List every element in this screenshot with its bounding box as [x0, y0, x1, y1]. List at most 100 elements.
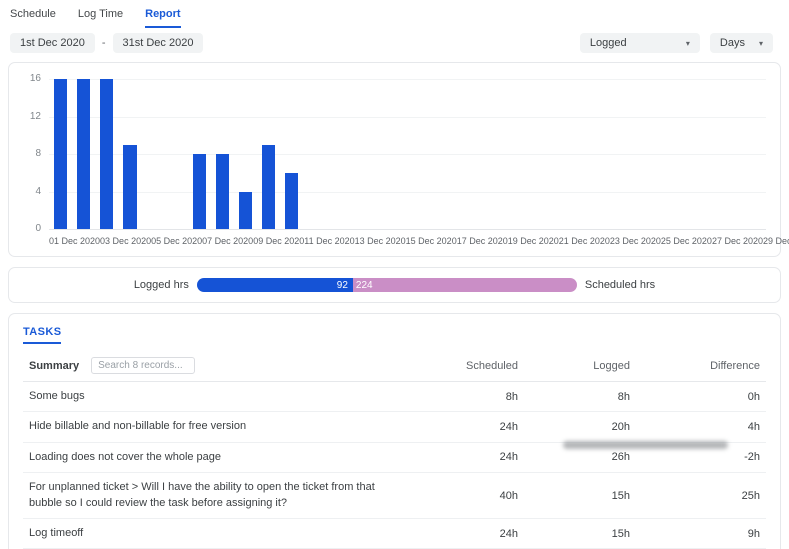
- metric-select[interactable]: Logged ▾: [580, 33, 700, 53]
- date-range-picker: 1st Dec 2020 - 31st Dec 2020: [10, 33, 203, 53]
- task-logged-cell: 15h: [518, 528, 630, 540]
- bar-slot: [373, 79, 396, 229]
- task-logged-cell: 26h: [518, 451, 630, 463]
- bar-slot: [350, 79, 373, 229]
- gridline: [49, 229, 766, 230]
- task-summary-cell: For unplanned ticket > Will I have the a…: [29, 480, 406, 511]
- chevron-down-icon: ▾: [686, 39, 690, 48]
- bar[interactable]: [123, 145, 136, 229]
- metric-select-value: Logged: [590, 37, 627, 49]
- tasks-section: TASKS Summary Scheduled Logged Differenc…: [8, 313, 781, 549]
- x-tick-label: 15 Dec 2020: [406, 236, 457, 246]
- tasks-table-body: Some bugs8h8h0h Hide billable and non-bil…: [23, 382, 766, 549]
- granularity-select[interactable]: Days ▾: [710, 33, 773, 53]
- bar-slot: [396, 79, 419, 229]
- x-tick-label: 13 Dec 2020: [355, 236, 406, 246]
- end-date-chip[interactable]: 31st Dec 2020: [113, 33, 204, 53]
- task-difference-cell: 0h: [630, 391, 760, 403]
- bar-slot: [327, 79, 350, 229]
- logged-value: 92: [337, 280, 348, 291]
- bar-slot: [72, 79, 95, 229]
- chart-plot-area: [49, 79, 766, 229]
- scheduled-column-header[interactable]: Scheduled: [406, 360, 518, 372]
- bar[interactable]: [100, 79, 113, 229]
- bar-slot: [95, 79, 118, 229]
- bar-slot: [604, 79, 627, 229]
- bar-slot: [743, 79, 766, 229]
- task-difference-cell: 9h: [630, 528, 760, 540]
- bar-slot: [442, 79, 465, 229]
- x-tick-label: 09 Dec 2020: [253, 236, 304, 246]
- x-tick-label: 19 Dec 2020: [508, 236, 559, 246]
- bar-slot: [234, 79, 257, 229]
- y-tick-label: 4: [35, 185, 41, 196]
- task-logged-cell: 15h: [518, 490, 630, 502]
- y-tick-label: 12: [30, 110, 41, 121]
- horizontal-scrollbar-thumb[interactable]: [563, 441, 728, 449]
- bar-slot: [211, 79, 234, 229]
- bar[interactable]: [216, 154, 229, 229]
- scheduled-value: 224: [356, 280, 373, 291]
- start-date-chip[interactable]: 1st Dec 2020: [10, 33, 95, 53]
- chevron-down-icon: ▾: [759, 39, 763, 48]
- task-logged-cell: 20h: [518, 421, 630, 433]
- task-scheduled-cell: 24h: [406, 451, 518, 463]
- y-tick-label: 8: [35, 148, 41, 159]
- x-tick-label: 01 Dec 2020: [49, 236, 100, 246]
- bar-slot: [535, 79, 558, 229]
- bar-slot: [188, 79, 211, 229]
- toolbar: 1st Dec 2020 - 31st Dec 2020 Logged ▾ Da…: [0, 28, 789, 62]
- table-row[interactable]: Hide billable and non-billable for free …: [23, 412, 766, 442]
- bar-slot: [512, 79, 535, 229]
- filter-selects: Logged ▾ Days ▾: [580, 33, 773, 53]
- table-row[interactable]: Some bugs8h8h0h: [23, 382, 766, 412]
- scheduled-hrs-label: Scheduled hrs: [585, 279, 655, 291]
- task-summary-cell: Hide billable and non-billable for free …: [29, 419, 406, 434]
- logged-hrs-label: Logged hrs: [134, 279, 189, 291]
- task-difference-cell: 4h: [630, 421, 760, 433]
- y-tick-label: 16: [30, 73, 41, 84]
- logged-hours-bar-chart: 16 12 8 4 0 01 Dec 202003 Dec 202005 Dec 202…: [8, 62, 781, 257]
- bar-slot: [118, 79, 141, 229]
- task-summary-cell: Loading does not cover the whole page: [29, 450, 406, 465]
- task-difference-cell: 25h: [630, 490, 760, 502]
- bar[interactable]: [285, 173, 298, 229]
- bar[interactable]: [77, 79, 90, 229]
- x-tick-label: 11 Dec 2020: [304, 236, 354, 246]
- bar-slot: [720, 79, 743, 229]
- y-tick-label: 0: [35, 223, 41, 234]
- logged-segment: 92: [197, 278, 353, 292]
- table-row[interactable]: For unplanned ticket > Will I have the a…: [23, 473, 766, 519]
- bar-slot: [165, 79, 188, 229]
- logged-column-header[interactable]: Logged: [518, 360, 630, 372]
- tab-log-time[interactable]: Log Time: [78, 8, 123, 28]
- summary-header-cell: Summary: [29, 357, 406, 374]
- difference-column-header[interactable]: Difference: [630, 360, 760, 372]
- search-input[interactable]: [91, 357, 195, 374]
- tab-schedule[interactable]: Schedule: [10, 8, 56, 28]
- bar[interactable]: [54, 79, 67, 229]
- task-scheduled-cell: 24h: [406, 528, 518, 540]
- logged-vs-scheduled-progress: Logged hrs 92 224 Scheduled hrs: [8, 267, 781, 303]
- bar-slot: [280, 79, 303, 229]
- task-summary-cell: Some bugs: [29, 389, 406, 404]
- tab-report[interactable]: Report: [145, 8, 180, 28]
- bar-slot: [465, 79, 488, 229]
- bar-slot: [303, 79, 326, 229]
- bar[interactable]: [262, 145, 275, 229]
- chart-area: 1612840: [23, 79, 766, 229]
- bar[interactable]: [239, 192, 252, 230]
- chart-x-axis: 01 Dec 202003 Dec 202005 Dec 202007 Dec …: [49, 229, 766, 246]
- bar-slot: [697, 79, 720, 229]
- tasks-section-title[interactable]: TASKS: [23, 326, 61, 344]
- bar-slot: [627, 79, 650, 229]
- x-tick-label: 27 Dec 2020: [712, 236, 763, 246]
- chart-bars: [49, 79, 766, 229]
- bar-slot: [419, 79, 442, 229]
- bar[interactable]: [193, 154, 206, 229]
- bar-slot: [650, 79, 673, 229]
- table-row[interactable]: Log timeoff24h15h9h: [23, 519, 766, 549]
- progress-bar: 92 224: [197, 278, 577, 292]
- tasks-table-header-row: Summary Scheduled Logged Difference: [23, 353, 766, 382]
- bar-slot: [488, 79, 511, 229]
